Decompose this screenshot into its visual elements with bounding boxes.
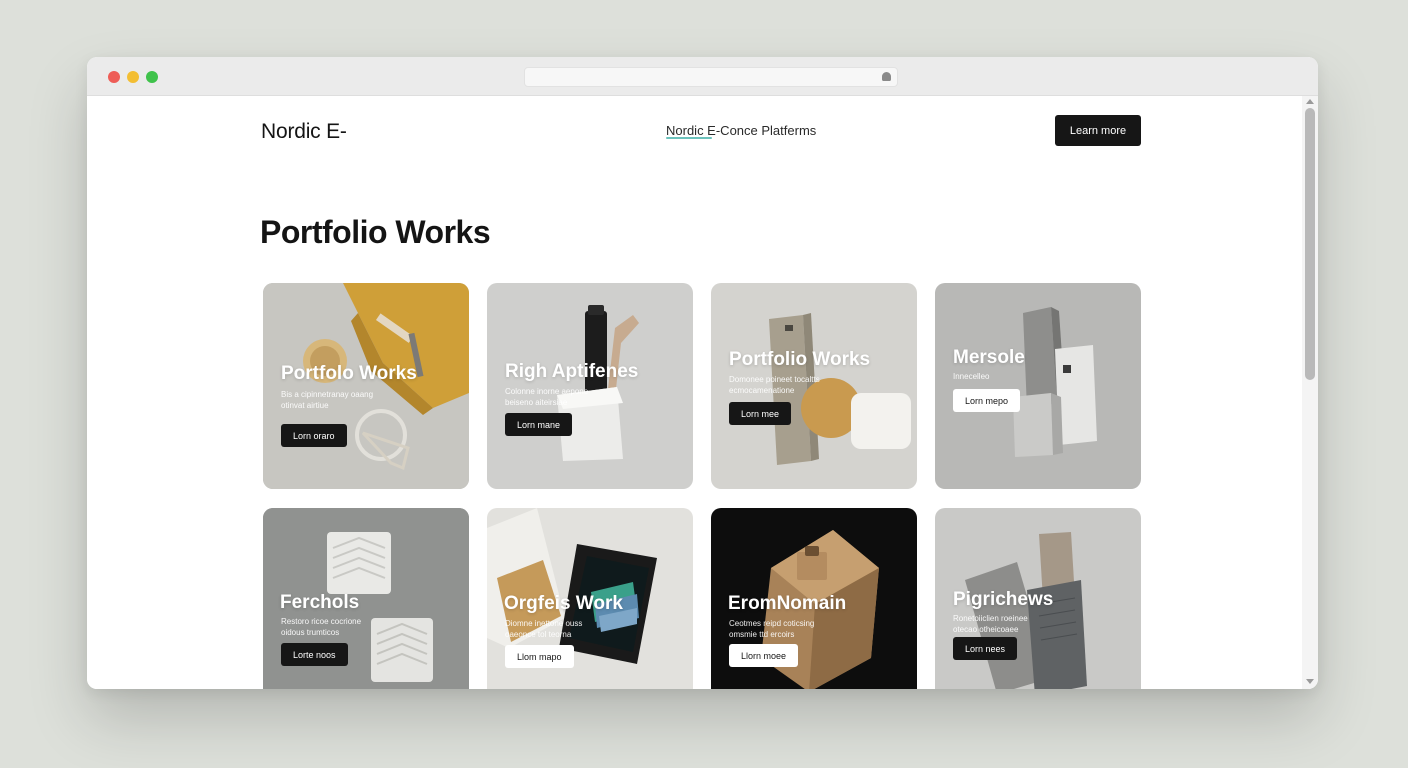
portfolio-card[interactable]: Righ Aptifenes Colonne inorne aepone bei… bbox=[487, 283, 693, 489]
card-description: Restoro ricoe cocrione oidous trumticos bbox=[281, 617, 362, 637]
nav-link-underline bbox=[666, 137, 712, 139]
card-title: Ferchols bbox=[280, 592, 360, 613]
card-button[interactable]: Lorn mepo bbox=[953, 389, 1021, 412]
card-title: Pigrichews bbox=[953, 589, 1054, 610]
card-title: Portfolo Works bbox=[281, 363, 417, 384]
portfolio-card[interactable]: Ferchols Restoro ricoe cocrione oidous t… bbox=[263, 508, 469, 689]
portfolio-card[interactable]: Mersole Innecelleo Lorn mepo bbox=[935, 283, 1141, 489]
card-description: Ronetoiiclien roeinee otecao otheicoaee bbox=[953, 614, 1028, 634]
portfolio-card[interactable]: Portfolio Works Domonee poineet tocaltts… bbox=[711, 283, 917, 489]
browser-window: Nordic E- Nordic E-Conce Platferms Learn… bbox=[87, 57, 1318, 689]
minimize-window-icon[interactable] bbox=[127, 71, 139, 83]
lock-icon bbox=[882, 72, 891, 81]
card-image bbox=[263, 283, 469, 489]
maximize-window-icon[interactable] bbox=[146, 71, 158, 83]
card-title: Portfolio Works bbox=[729, 349, 871, 370]
card-button[interactable]: Lorn nees bbox=[953, 637, 1018, 660]
page-title: Portfolio Works bbox=[260, 214, 491, 250]
card-button[interactable]: Llorn moee bbox=[729, 644, 799, 667]
card-description: Innecelleo bbox=[953, 372, 990, 381]
card-description: Ceotmes reipd coticsing omsmie ttd ercoi… bbox=[729, 619, 815, 639]
learn-more-button[interactable]: Learn more bbox=[1055, 115, 1141, 146]
card-title: Righ Aptifenes bbox=[505, 361, 639, 382]
card-description: Bis a cipinnetranay oaang otinvat airtiu… bbox=[281, 390, 374, 410]
card-description: Domonee poineet tocaltts ecmocamenatione bbox=[729, 375, 820, 395]
portfolio-card[interactable]: Portfolo Works Bis a cipinnetranay oaang… bbox=[263, 283, 469, 489]
card-image bbox=[935, 283, 1141, 489]
card-description: Diomne inettone ouss oaeonce tol teorna bbox=[505, 619, 583, 639]
brand-logo[interactable]: Nordic E- bbox=[261, 120, 347, 144]
scroll-up-arrow-icon[interactable] bbox=[1306, 99, 1314, 104]
card-title: Mersole bbox=[953, 347, 1025, 368]
portfolio-card[interactable]: EromNomain Ceotmes reipd coticsing omsmi… bbox=[711, 508, 917, 689]
close-window-icon[interactable] bbox=[108, 71, 120, 83]
portfolio-card[interactable]: Orgfeis Work Diomne inettone ouss oaeonc… bbox=[487, 508, 693, 689]
nav-link[interactable]: Nordic E-Conce Platferms bbox=[666, 123, 816, 138]
address-bar[interactable] bbox=[524, 67, 898, 87]
scrollbar-thumb[interactable] bbox=[1305, 108, 1315, 380]
card-button[interactable]: Lorn mee bbox=[729, 402, 792, 425]
card-title: Orgfeis Work bbox=[504, 593, 623, 614]
scroll-down-arrow-icon[interactable] bbox=[1306, 679, 1314, 684]
portfolio-card[interactable]: Pigrichews Ronetoiiclien roeinee otecao … bbox=[935, 508, 1141, 689]
card-button[interactable]: Lorte noos bbox=[281, 643, 348, 666]
card-button[interactable]: Lorn oraro bbox=[281, 424, 347, 447]
card-description: Colonne inorne aepone beiseno aiteirsiae bbox=[505, 387, 589, 407]
vertical-scrollbar[interactable] bbox=[1302, 96, 1318, 689]
card-button[interactable]: Lorn mane bbox=[505, 413, 573, 436]
card-button[interactable]: Llom mapo bbox=[505, 645, 574, 668]
card-title: EromNomain bbox=[728, 593, 847, 614]
page-viewport: Nordic E- Nordic E-Conce Platferms Learn… bbox=[87, 96, 1318, 689]
browser-titlebar bbox=[87, 57, 1318, 96]
